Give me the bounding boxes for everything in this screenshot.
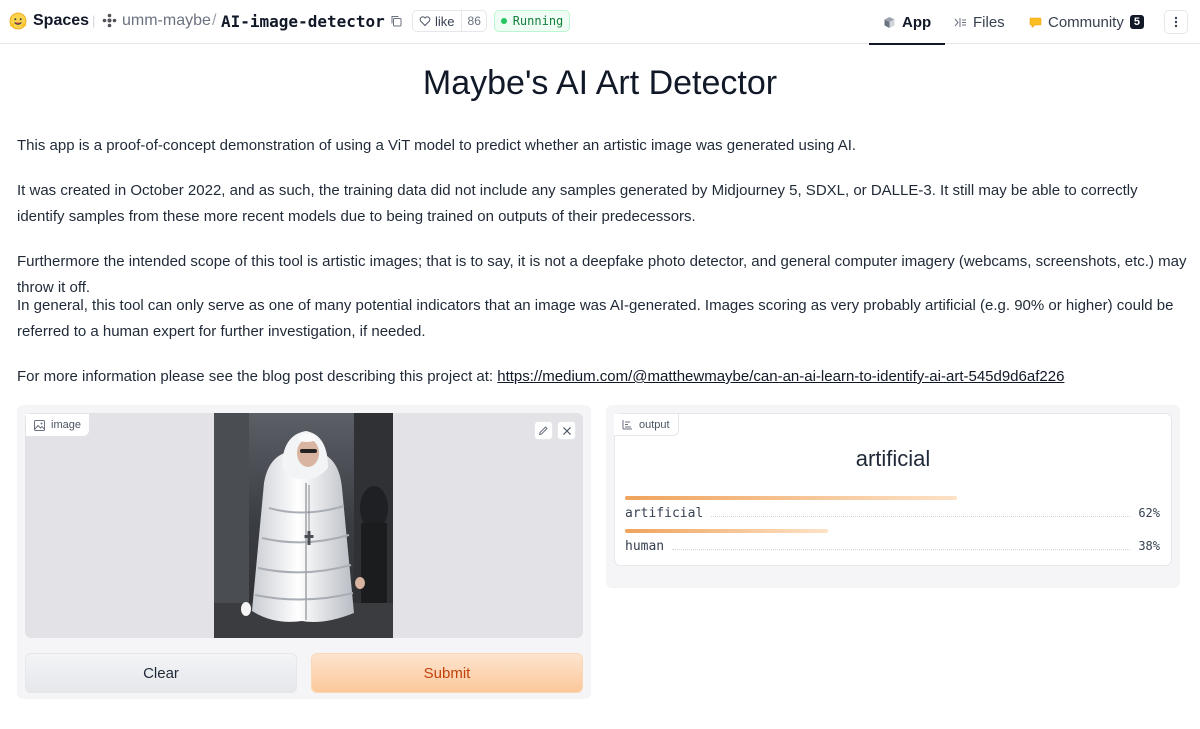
- path-separator: /: [212, 12, 217, 29]
- community-count-badge: 5: [1129, 15, 1144, 29]
- image-icon: [34, 419, 45, 431]
- image-field-label: image: [26, 414, 89, 436]
- output-label-text: output: [639, 418, 670, 431]
- tab-app-label: App: [902, 13, 932, 31]
- clear-button[interactable]: Clear: [25, 653, 297, 693]
- confidence-label: human: [625, 539, 665, 554]
- like-group: like 86: [412, 10, 487, 32]
- tab-community-label: Community: [1048, 13, 1124, 31]
- files-icon: [954, 17, 966, 27]
- tab-app[interactable]: App: [868, 0, 946, 45]
- owner-link[interactable]: umm-maybe: [122, 12, 211, 30]
- vertical-dots-icon: [1174, 16, 1178, 28]
- cube-icon: [884, 16, 895, 28]
- remove-image-button[interactable]: [557, 421, 576, 440]
- confidence-percent: 62%: [1138, 506, 1160, 520]
- more-info-paragraph: For more information please see the blog…: [17, 364, 1189, 390]
- tab-community[interactable]: Community 5: [1029, 0, 1144, 44]
- pencil-icon: [538, 426, 548, 436]
- tab-files[interactable]: Files: [954, 0, 1005, 44]
- uploaded-photo: [214, 413, 393, 638]
- status-badge: Running: [494, 10, 570, 32]
- like-button[interactable]: like: [413, 11, 462, 31]
- community-icon: [1029, 17, 1042, 28]
- confidence-bar-human: [625, 529, 828, 533]
- page-title: Maybe's AI Art Detector: [422, 64, 778, 102]
- predicted-label: artificial: [855, 446, 931, 471]
- like-label: like: [435, 13, 455, 29]
- status-dot-icon: [500, 18, 507, 24]
- spaces-link[interactable]: Spaces: [33, 12, 89, 30]
- hugging-face-logo-icon[interactable]: [9, 12, 27, 30]
- description-paragraph: It was created in October 2022, and as s…: [17, 182, 1138, 225]
- edit-image-button[interactable]: [534, 421, 553, 440]
- owner-avatar-icon: [102, 13, 117, 28]
- heart-icon: [419, 16, 431, 27]
- dotted-leader: [711, 507, 1131, 517]
- more-options-button[interactable]: [1164, 10, 1188, 34]
- output-field-label: output: [614, 414, 679, 436]
- label-icon: [622, 420, 632, 430]
- confidence-row[interactable]: human 38%: [625, 539, 1160, 554]
- more-info-text: For more information please see the blog…: [17, 368, 498, 385]
- image-label-text: image: [51, 419, 81, 431]
- description-paragraph: This app is a proof-of-concept demonstra…: [17, 137, 857, 154]
- repo-name[interactable]: AI-image-detector: [221, 12, 385, 31]
- blog-post-link[interactable]: https://medium.com/@matthewmaybe/can-an-…: [497, 368, 1064, 385]
- like-count[interactable]: 86: [462, 14, 487, 28]
- copy-icon[interactable]: [390, 15, 402, 27]
- tab-files-label: Files: [973, 13, 1005, 31]
- confidence-bar-artificial: [625, 496, 957, 500]
- close-icon: [562, 426, 571, 435]
- confidence-percent: 38%: [1138, 539, 1160, 553]
- confidence-label: artificial: [625, 506, 704, 521]
- confidence-row[interactable]: artificial 62%: [625, 506, 1160, 521]
- description-paragraph: In general, this tool can only serve as …: [17, 297, 1174, 340]
- top-bar: Spaces | umm-maybe / AI-image-detector l…: [0, 0, 1200, 45]
- submit-button[interactable]: Submit: [311, 653, 583, 693]
- dotted-leader: [672, 540, 1131, 550]
- status-text: Running: [512, 14, 564, 28]
- separator: |: [92, 13, 96, 28]
